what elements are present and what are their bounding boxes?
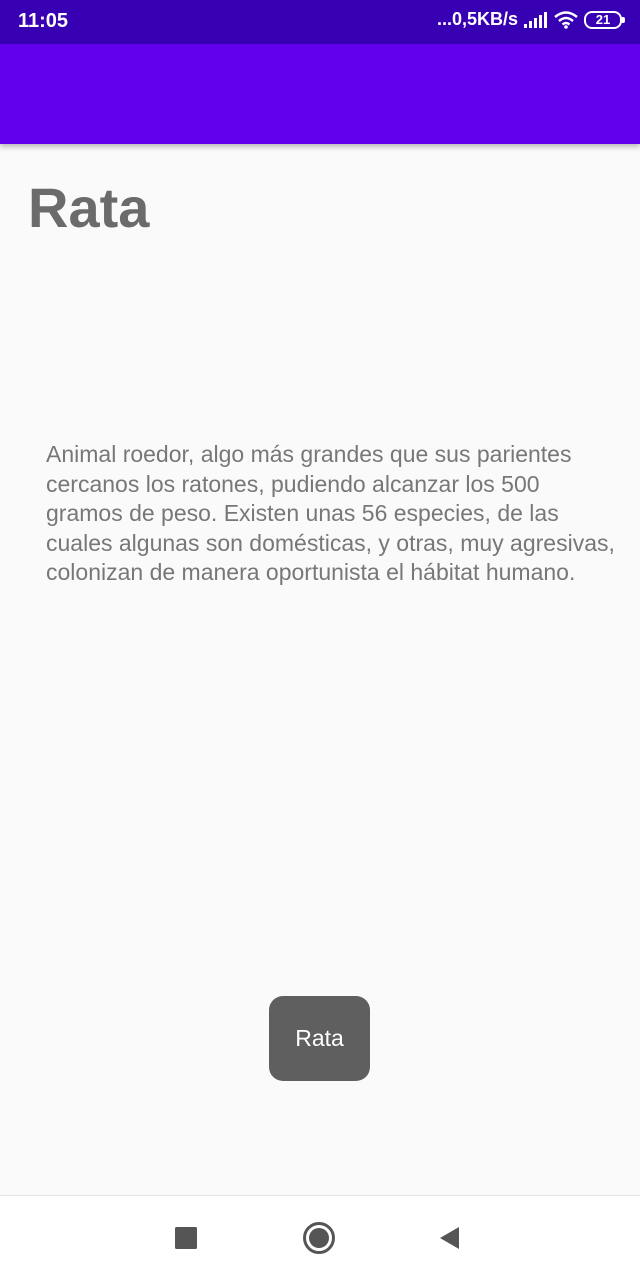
battery-level: 21 bbox=[595, 12, 611, 27]
network-speed: ...0,5KB/s bbox=[436, 9, 518, 29]
wifi-icon bbox=[554, 10, 578, 29]
battery-tip bbox=[622, 16, 625, 23]
battery-icon: 21 bbox=[584, 10, 625, 29]
app-bar bbox=[0, 44, 640, 144]
navigation-bar bbox=[0, 1195, 640, 1280]
back-button[interactable] bbox=[427, 1216, 471, 1260]
recents-button[interactable] bbox=[164, 1216, 208, 1260]
home-button[interactable] bbox=[297, 1216, 341, 1260]
recents-square-icon bbox=[175, 1227, 197, 1249]
toast-text: Rata bbox=[295, 1025, 344, 1051]
status-bar: 11:05 ...0,5KB/s 21 bbox=[0, 0, 640, 44]
screen: 11:05 ...0,5KB/s 21 Rata Animal roedor, … bbox=[0, 0, 640, 1280]
page-title: Rata bbox=[28, 176, 150, 239]
status-icons: ...0,5KB/s 21 bbox=[436, 9, 625, 30]
back-triangle-icon bbox=[440, 1227, 459, 1249]
description-text: Animal roedor, algo más grandes que sus … bbox=[46, 441, 615, 585]
toast: Rata bbox=[269, 996, 370, 1081]
status-time: 11:05 bbox=[18, 10, 69, 32]
signal-icon bbox=[524, 11, 548, 28]
home-circle-icon bbox=[303, 1222, 335, 1254]
